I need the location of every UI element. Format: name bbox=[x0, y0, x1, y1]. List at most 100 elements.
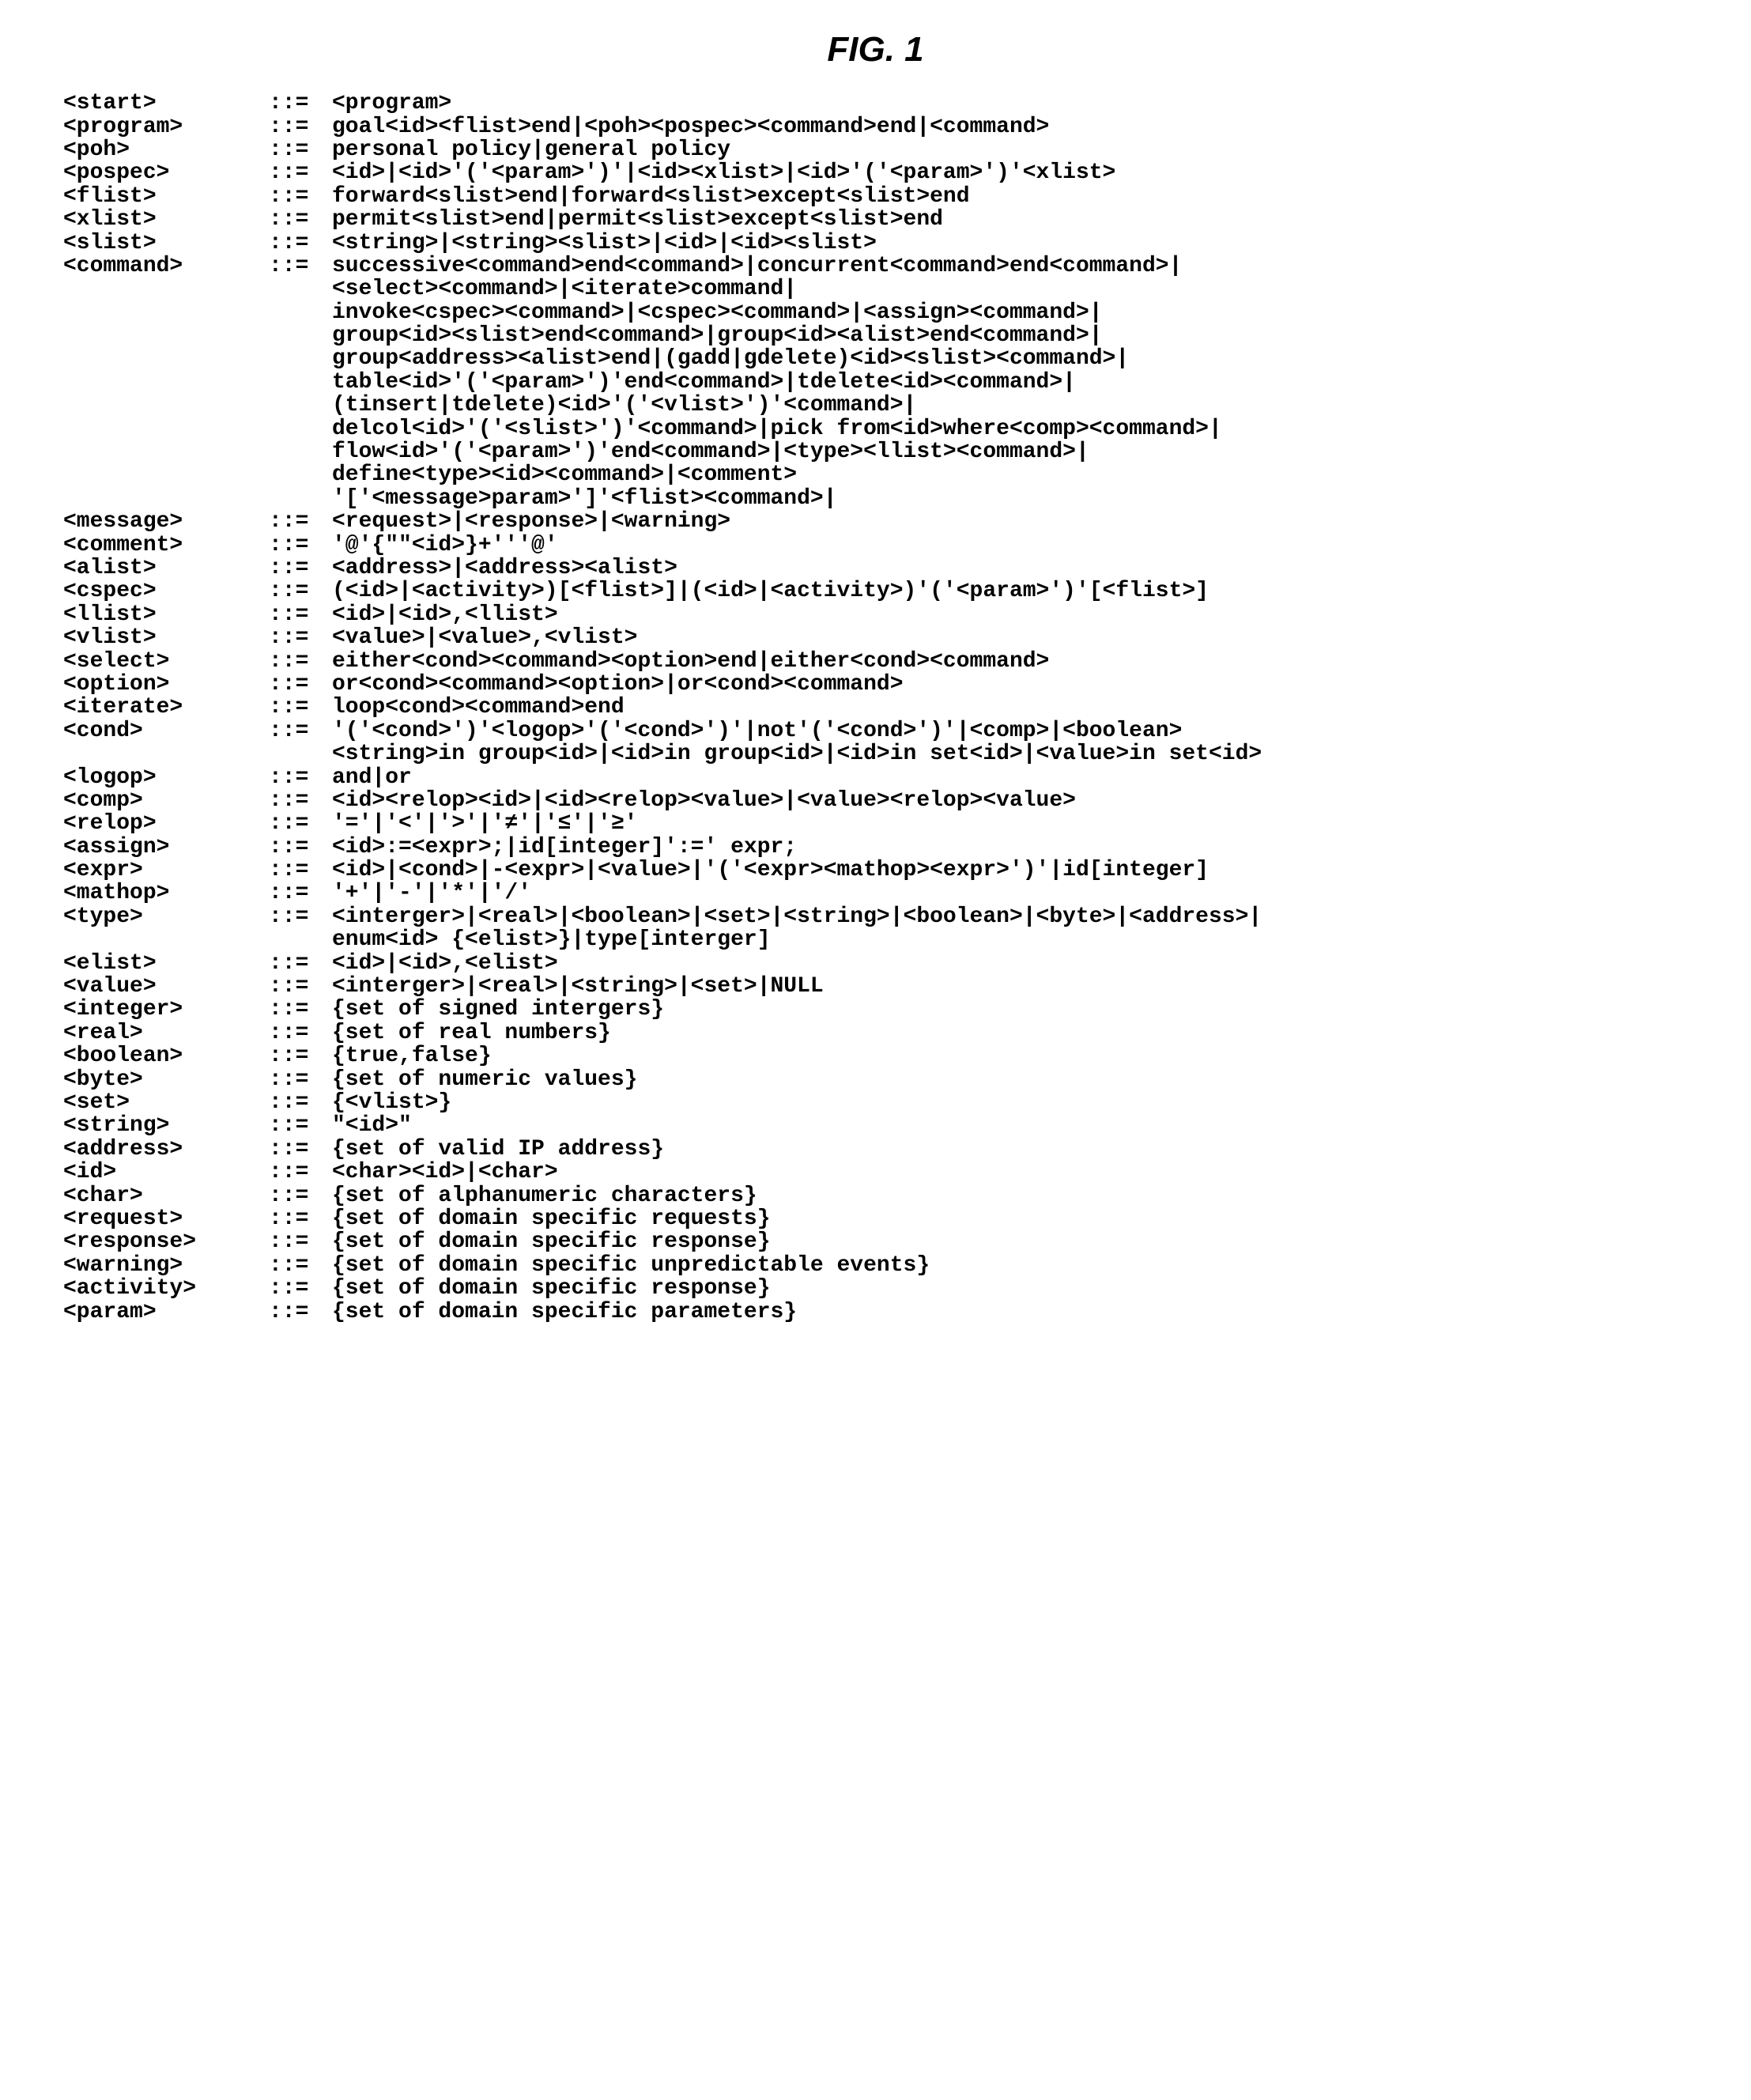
grammar-rhs: {set of alphanumeric characters} bbox=[332, 1184, 1688, 1207]
grammar-table: <start>::=<program><program>::=goal<id><… bbox=[63, 92, 1688, 1324]
grammar-lhs: <request> bbox=[63, 1207, 269, 1230]
grammar-rhs-continuation: flow<id>'('<param>')'end<command>|<type>… bbox=[332, 440, 1688, 463]
grammar-lhs: <response> bbox=[63, 1230, 269, 1253]
grammar-lhs: <program> bbox=[63, 115, 269, 138]
grammar-lhs: <comp> bbox=[63, 789, 269, 812]
grammar-rhs: {set of domain specific response} bbox=[332, 1230, 1688, 1253]
grammar-rhs: '+'|'-'|'*'|'/' bbox=[332, 882, 1688, 905]
grammar-lhs: <pospec> bbox=[63, 161, 269, 184]
grammar-lhs: <vlist> bbox=[63, 626, 269, 649]
grammar-rhs: <address>|<address><alist> bbox=[332, 557, 1688, 580]
grammar-op: ::= bbox=[269, 650, 332, 673]
grammar-lhs: <llist> bbox=[63, 603, 269, 626]
grammar-rhs: '@'{""<id>}+'''@' bbox=[332, 534, 1688, 557]
grammar-lhs: <address> bbox=[63, 1138, 269, 1161]
grammar-op: ::= bbox=[269, 185, 332, 208]
grammar-rhs: <program> bbox=[332, 92, 1688, 115]
grammar-lhs: <activity> bbox=[63, 1277, 269, 1300]
grammar-op: ::= bbox=[269, 255, 332, 278]
grammar-rhs: either<cond><command><option>end|either<… bbox=[332, 650, 1688, 673]
grammar-lhs: <alist> bbox=[63, 557, 269, 580]
grammar-op: ::= bbox=[269, 1254, 332, 1277]
grammar-rhs: <id><relop><id>|<id><relop><value>|<valu… bbox=[332, 789, 1688, 812]
grammar-lhs: <iterate> bbox=[63, 696, 269, 719]
grammar-op: ::= bbox=[269, 1044, 332, 1067]
grammar-rhs-continuation: <select><command>|<iterate>command| bbox=[332, 278, 1688, 300]
grammar-lhs: <xlist> bbox=[63, 208, 269, 231]
grammar-rhs: and|or bbox=[332, 766, 1688, 789]
grammar-op: ::= bbox=[269, 603, 332, 626]
grammar-rhs: '='|'<'|'>'|'≠'|'≤'|'≥' bbox=[332, 812, 1688, 835]
grammar-op: ::= bbox=[269, 766, 332, 789]
grammar-lhs: <cond> bbox=[63, 720, 269, 742]
grammar-lhs: <cspec> bbox=[63, 580, 269, 602]
grammar-lhs: <poh> bbox=[63, 138, 269, 161]
grammar-op: ::= bbox=[269, 534, 332, 557]
grammar-rhs-continuation: enum<id> {<elist>}|type[interger] bbox=[332, 928, 1688, 951]
grammar-op: ::= bbox=[269, 510, 332, 533]
grammar-rhs-continuation: '['<message>param>']'<flist><command>| bbox=[332, 487, 1688, 510]
grammar-rhs: {set of domain specific parameters} bbox=[332, 1301, 1688, 1324]
grammar-op: ::= bbox=[269, 836, 332, 859]
grammar-rhs: "<id>" bbox=[332, 1114, 1688, 1137]
grammar-lhs: <mathop> bbox=[63, 882, 269, 905]
grammar-op: ::= bbox=[269, 696, 332, 719]
grammar-rhs-continuation: group<id><slist>end<command>|group<id><a… bbox=[332, 324, 1688, 347]
grammar-op: ::= bbox=[269, 580, 332, 602]
grammar-op: ::= bbox=[269, 1022, 332, 1044]
grammar-rhs-continuation: delcol<id>'('<slist>')'<command>|pick fr… bbox=[332, 417, 1688, 440]
grammar-rhs: <value>|<value>,<vlist> bbox=[332, 626, 1688, 649]
grammar-op: ::= bbox=[269, 1301, 332, 1324]
grammar-lhs: <expr> bbox=[63, 859, 269, 882]
grammar-rhs-continuation: (tinsert|tdelete)<id>'('<vlist>')'<comma… bbox=[332, 394, 1688, 417]
grammar-rhs: loop<cond><command>end bbox=[332, 696, 1688, 719]
grammar-lhs: <assign> bbox=[63, 836, 269, 859]
grammar-lhs: <id> bbox=[63, 1161, 269, 1184]
grammar-lhs: <string> bbox=[63, 1114, 269, 1137]
grammar-lhs: <warning> bbox=[63, 1254, 269, 1277]
grammar-lhs: <char> bbox=[63, 1184, 269, 1207]
grammar-op: ::= bbox=[269, 859, 332, 882]
grammar-op: ::= bbox=[269, 1277, 332, 1300]
grammar-lhs: <logop> bbox=[63, 766, 269, 789]
grammar-lhs: <boolean> bbox=[63, 1044, 269, 1067]
grammar-lhs: <type> bbox=[63, 905, 269, 928]
grammar-rhs: {set of real numbers} bbox=[332, 1022, 1688, 1044]
grammar-rhs: {set of numeric values} bbox=[332, 1068, 1688, 1091]
grammar-op: ::= bbox=[269, 720, 332, 742]
grammar-rhs: {true,false} bbox=[332, 1044, 1688, 1067]
grammar-rhs: <char><id>|<char> bbox=[332, 1161, 1688, 1184]
grammar-rhs: <id>|<cond>|-<expr>|<value>|'('<expr><ma… bbox=[332, 859, 1688, 882]
grammar-rhs: {set of domain specific unpredictable ev… bbox=[332, 1254, 1688, 1277]
grammar-op: ::= bbox=[269, 1138, 332, 1161]
grammar-op: ::= bbox=[269, 92, 332, 115]
grammar-rhs: forward<slist>end|forward<slist>except<s… bbox=[332, 185, 1688, 208]
grammar-rhs: <id>|<id>,<elist> bbox=[332, 952, 1688, 975]
grammar-rhs-continuation: define<type><id><command>|<comment> bbox=[332, 463, 1688, 486]
grammar-op: ::= bbox=[269, 952, 332, 975]
grammar-lhs: <flist> bbox=[63, 185, 269, 208]
grammar-op: ::= bbox=[269, 1207, 332, 1230]
grammar-op: ::= bbox=[269, 161, 332, 184]
grammar-rhs: <interger>|<real>|<boolean>|<set>|<strin… bbox=[332, 905, 1688, 928]
grammar-rhs: <request>|<response>|<warning> bbox=[332, 510, 1688, 533]
grammar-op: ::= bbox=[269, 1161, 332, 1184]
grammar-op: ::= bbox=[269, 1230, 332, 1253]
grammar-lhs: <real> bbox=[63, 1022, 269, 1044]
grammar-op: ::= bbox=[269, 208, 332, 231]
grammar-lhs: <elist> bbox=[63, 952, 269, 975]
grammar-op: ::= bbox=[269, 1091, 332, 1114]
grammar-lhs: <set> bbox=[63, 1091, 269, 1114]
grammar-lhs: <select> bbox=[63, 650, 269, 673]
grammar-op: ::= bbox=[269, 998, 332, 1021]
grammar-rhs: or<cond><command><option>|or<cond><comma… bbox=[332, 673, 1688, 696]
grammar-op: ::= bbox=[269, 1114, 332, 1137]
grammar-rhs: <id>:=<expr>;|id[integer]':=' expr; bbox=[332, 836, 1688, 859]
grammar-op: ::= bbox=[269, 557, 332, 580]
grammar-rhs: {set of valid IP address} bbox=[332, 1138, 1688, 1161]
grammar-rhs: personal policy|general policy bbox=[332, 138, 1688, 161]
grammar-lhs: <value> bbox=[63, 975, 269, 998]
grammar-lhs: <slist> bbox=[63, 232, 269, 255]
grammar-lhs: <option> bbox=[63, 673, 269, 696]
grammar-lhs: <relop> bbox=[63, 812, 269, 835]
